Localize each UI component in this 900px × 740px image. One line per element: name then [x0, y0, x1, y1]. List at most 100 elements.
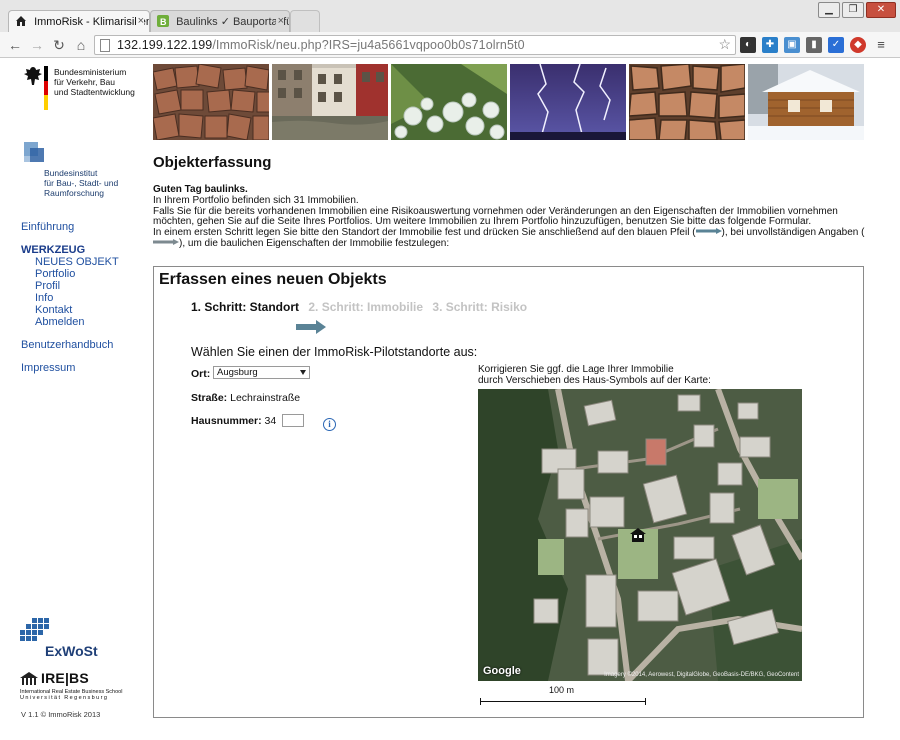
map-hint-line: durch Verschieben des Haus-Symbols auf d… [478, 375, 711, 386]
ort-select[interactable]: Augsburg [213, 366, 310, 379]
tab-close-icon[interactable]: × [135, 15, 144, 27]
tab-close-icon[interactable]: × [275, 15, 284, 27]
form-title: Erfassen eines neuen Objekts [159, 271, 387, 288]
flood-street-image [272, 64, 388, 140]
address-bar[interactable]: 132.199.122.199/ImmoRisk/neu.php?IRS=ju4… [94, 35, 736, 55]
ort-row: Ort: Augsburg [191, 366, 310, 380]
sidebar-item-impressum[interactable]: Impressum [21, 362, 119, 374]
chevron-down-icon [300, 370, 306, 375]
snowy-cabin-image [748, 64, 864, 140]
version-text: V 1.1 © ImmoRisk 2013 [21, 710, 101, 719]
maximize-button[interactable]: ❐ [842, 2, 864, 18]
check-extension-icon[interactable]: ✓ [828, 37, 844, 53]
forward-icon[interactable]: → [28, 36, 46, 54]
back-icon[interactable]: ← [6, 36, 24, 54]
bookmark-star-icon[interactable]: ☆ [718, 36, 731, 53]
bookmark-extension-icon[interactable]: ▮ [806, 37, 822, 53]
house-marker-icon[interactable] [630, 528, 646, 542]
institute-line: Raumforschung [44, 188, 105, 198]
minimize-button[interactable]: ▁ [818, 2, 840, 18]
ort-label: Ort: [191, 368, 211, 380]
intro-text: Guten Tag baulinks. In Ihrem Portfolio b… [153, 184, 865, 250]
sidebar-nav: Einführung WERKZEUG NEUES OBJEKT Portfol… [21, 221, 119, 374]
url-host: 132.199.122.199 [117, 38, 213, 52]
grey-arrow-icon [153, 238, 179, 245]
sidebar-group-werkzeug: WERKZEUG [21, 244, 86, 256]
eagle-icon [24, 67, 42, 85]
glasses-extension-icon[interactable]: ◐ [740, 37, 756, 53]
step-risiko: 3. Schritt: Risiko [432, 300, 528, 314]
sidebar-item-portfolio[interactable]: Portfolio [21, 268, 119, 280]
intro-line: Falls Sie für die bereits vorhandenen Im… [153, 205, 838, 228]
google-logo: Google [483, 665, 521, 677]
url-path: /ImmoRisk/neu.php?IRS=ju4a5661vqpoo0b0s7… [212, 38, 525, 52]
tab-baulinks[interactable]: B Baulinks ✓ Bauportal für × [150, 10, 290, 32]
institute-line: Bundesinstitut [44, 168, 98, 178]
institute-line: für Bau-, Stadt- und [44, 178, 119, 188]
strasse-label: Straße: [191, 392, 228, 404]
strasse-row: Straße: Lechrainstraße [191, 392, 300, 404]
satellite-map[interactable]: Google Imagery ©2014, Aerowest, DigitalG… [478, 389, 802, 681]
intro-step-part: ), bei unvollständigen Angaben ( [721, 227, 865, 239]
next-step-arrow-button[interactable] [296, 320, 326, 334]
intro-step-part: ), um die baulichen Eigenschaften der Im… [179, 237, 450, 249]
scale-bar [480, 698, 646, 705]
institute-name: Bundesinstitut für Bau-, Stadt- und Raum… [44, 168, 164, 198]
irebs-label: IRE|BS [41, 670, 89, 686]
scale-label: 100 m [549, 685, 575, 695]
map-hint: Korrigieren Sie ggf. die Lage Ihrer Immo… [478, 364, 711, 386]
new-object-form: Erfassen eines neuen Objekts 1. Schritt:… [153, 266, 864, 718]
screenshot-extension-icon[interactable]: ▣ [784, 37, 800, 53]
greeting: Guten Tag baulinks. [153, 184, 248, 195]
sidebar-item-kontakt[interactable]: Kontakt [21, 304, 119, 316]
step-indicator: 1. Schritt: Standort 2. Schritt: Immobil… [191, 300, 533, 314]
choose-location-label: Wählen Sie einen der ImmoRisk-Pilotstand… [191, 345, 478, 359]
exwost-label: ExWoSt [45, 643, 98, 659]
intro-step-part: In einem ersten Schritt legen Sie bitte … [153, 227, 696, 239]
lightning-image [510, 64, 626, 140]
nav-gap [21, 351, 119, 362]
sidebar-item-abmelden[interactable]: Abmelden [21, 316, 119, 328]
ort-select-value: Augsburg [217, 367, 258, 378]
map-hint-line: Korrigieren Sie ggf. die Lage Ihrer Immo… [478, 364, 674, 375]
info-icon[interactable]: i [323, 418, 337, 431]
browser-toolbar: ← → ↻ ⌂ 132.199.122.199/ImmoRisk/neu.php… [0, 32, 900, 58]
new-tab-button[interactable] [290, 10, 320, 32]
hausnummer-suffix-input[interactable] [282, 414, 305, 427]
reload-icon[interactable]: ↻ [50, 36, 68, 54]
sidebar-item-benutzerhandbuch[interactable]: Benutzerhandbuch [21, 339, 119, 351]
sidebar-item-einfuehrung[interactable]: Einführung [21, 221, 119, 233]
hausnummer-row: Hausnummer: 34 i [191, 414, 337, 431]
irebs-university: Universität Regensburg [20, 695, 109, 701]
sidebar-item-info[interactable]: Info [21, 292, 119, 304]
tab-immorisk[interactable]: ImmoRisk - Klimarisiken × [8, 10, 150, 32]
bbsr-logo-icon [24, 142, 44, 162]
page: Bundesministerium für Verkehr, Bau und S… [0, 58, 900, 740]
nav-gap [21, 328, 119, 339]
home-icon[interactable]: ⌂ [72, 36, 90, 54]
page-icon [100, 39, 110, 52]
close-window-button[interactable]: ✕ [866, 2, 896, 18]
page-title: Objekterfassung [153, 154, 272, 171]
menu-icon[interactable]: ≡ [873, 37, 889, 53]
adblock-extension-icon[interactable]: ◆ [850, 37, 866, 53]
hail-image [391, 64, 507, 140]
blue-arrow-icon [695, 228, 722, 235]
strasse-value: Lechrainstraße [230, 392, 301, 404]
nav-gap [21, 233, 119, 244]
dry-soil-image [629, 64, 745, 140]
exwost-grid-icon [20, 618, 49, 641]
url-text[interactable]: 132.199.122.199/ImmoRisk/neu.php?IRS=ju4… [117, 38, 525, 52]
sidebar-item-neues-objekt[interactable]: NEUES OBJEKT [21, 256, 119, 268]
step-standort: 1. Schritt: Standort [191, 300, 300, 314]
tab-label: ImmoRisk - Klimarisiken [34, 16, 150, 28]
cross-extension-icon[interactable]: ✚ [762, 37, 778, 53]
step-immobilie: 2. Schritt: Immobilie [308, 300, 424, 314]
svg-text:B: B [160, 17, 167, 27]
baulinks-favicon-icon: B [157, 15, 169, 27]
intro-line: In Ihrem Portfolio befinden sich 31 Immo… [153, 194, 359, 206]
browser-tabstrip: ImmoRisk - Klimarisiken × B Baulinks ✓ B… [0, 0, 900, 32]
hausnummer-label: Hausnummer: [191, 415, 262, 427]
tab-label: Baulinks ✓ Bauportal für [176, 16, 290, 28]
sidebar-item-profil[interactable]: Profil [21, 280, 119, 292]
